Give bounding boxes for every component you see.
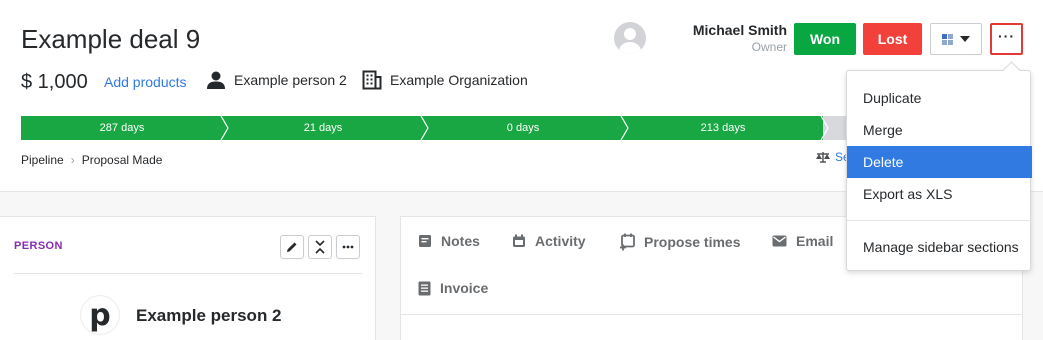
stage-separator bbox=[220, 116, 229, 140]
owner-name: Michael Smith bbox=[692, 22, 787, 38]
more-actions-button[interactable]: ··· bbox=[990, 23, 1023, 55]
owner-role: Owner bbox=[751, 40, 787, 54]
deal-value: $ 1,000 bbox=[21, 71, 88, 93]
tab-label: Notes bbox=[441, 233, 480, 249]
breadcrumb-pipeline[interactable]: Pipeline bbox=[21, 153, 64, 167]
layout-grid-icon bbox=[942, 33, 953, 45]
person-section-title: PERSON bbox=[14, 240, 63, 252]
divider bbox=[14, 273, 362, 274]
owner-selector[interactable]: Michael Smith Owner bbox=[614, 22, 811, 54]
person-avatar: p bbox=[80, 295, 120, 335]
person-card: PERSON p Example person 2 bbox=[0, 216, 376, 340]
tab-activity[interactable]: Activity bbox=[512, 233, 586, 249]
tab-propose-times[interactable]: Propose times bbox=[619, 233, 740, 251]
calendar-plus-icon bbox=[620, 233, 635, 251]
breadcrumb: Pipeline › Proposal Made bbox=[21, 153, 162, 167]
stage-separator bbox=[820, 116, 829, 140]
tab-label: Activity bbox=[535, 233, 586, 249]
edit-person-button[interactable] bbox=[280, 235, 304, 259]
deal-title: Example deal 9 bbox=[21, 24, 201, 54]
deal-person[interactable]: Example person 2 bbox=[206, 70, 347, 90]
add-products-link[interactable]: Add products bbox=[104, 74, 187, 90]
divider bbox=[401, 314, 1022, 315]
chevron-right-icon: › bbox=[70, 153, 75, 167]
pipeline-stage[interactable]: 287 days bbox=[21, 116, 223, 140]
more-icon: ··· bbox=[998, 28, 1015, 44]
collapse-person-button[interactable] bbox=[308, 235, 332, 259]
tab-invoice[interactable]: Invoice bbox=[418, 280, 488, 296]
collapse-icon bbox=[315, 240, 325, 254]
more-icon bbox=[342, 245, 354, 249]
breadcrumb-stage[interactable]: Proposal Made bbox=[82, 153, 163, 167]
owner-avatar bbox=[614, 22, 646, 54]
person-name[interactable]: Example person 2 bbox=[136, 306, 282, 326]
note-icon bbox=[419, 235, 431, 247]
tab-label: Email bbox=[796, 233, 834, 249]
pencil-icon bbox=[287, 242, 297, 252]
deal-organization[interactable]: Example Organization bbox=[362, 70, 528, 90]
pipeline-stage[interactable]: 213 days bbox=[623, 116, 823, 140]
chevron-down-icon bbox=[960, 36, 970, 42]
tab-notes[interactable]: Notes bbox=[418, 233, 480, 249]
menu-item-delete[interactable]: Delete bbox=[847, 146, 1032, 178]
won-button[interactable]: Won bbox=[794, 23, 856, 55]
view-switcher-button[interactable] bbox=[930, 23, 982, 55]
calendar-icon bbox=[513, 234, 525, 247]
pipeline-stage[interactable]: 0 days bbox=[423, 116, 623, 140]
lost-button[interactable]: Lost bbox=[863, 23, 922, 55]
menu-item-manage-sidebar[interactable]: Manage sidebar sections bbox=[847, 231, 1032, 263]
stage-separator bbox=[420, 116, 429, 140]
more-actions-menu: Duplicate Merge Delete Export as XLS Man… bbox=[846, 70, 1032, 271]
menu-item-merge[interactable]: Merge bbox=[847, 114, 1032, 146]
person-more-button[interactable] bbox=[336, 235, 360, 259]
stage-separator bbox=[620, 116, 629, 140]
invoice-icon bbox=[418, 281, 431, 295]
tab-email[interactable]: Email bbox=[772, 233, 833, 249]
settings-link[interactable]: Se bbox=[816, 150, 850, 164]
envelope-icon bbox=[772, 235, 787, 247]
deal-person-name: Example person 2 bbox=[234, 72, 347, 88]
building-icon bbox=[362, 70, 382, 90]
menu-item-duplicate[interactable]: Duplicate bbox=[847, 82, 1032, 114]
pipeline-stage[interactable]: 21 days bbox=[223, 116, 423, 140]
tab-label: Propose times bbox=[644, 234, 741, 250]
menu-divider bbox=[847, 220, 1032, 221]
tab-label: Invoice bbox=[440, 280, 489, 296]
deal-organization-name: Example Organization bbox=[390, 72, 528, 88]
scale-icon bbox=[816, 152, 830, 163]
menu-item-export-xls[interactable]: Export as XLS bbox=[847, 178, 1032, 210]
person-icon bbox=[207, 71, 225, 89]
